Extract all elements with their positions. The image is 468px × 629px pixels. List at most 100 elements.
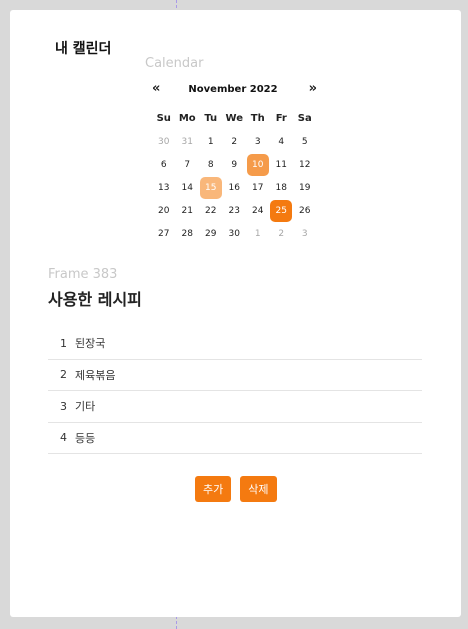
calendar-day-number: 2 [278, 228, 285, 239]
calendar-day-number: 8 [207, 159, 214, 170]
recipe-name: 된장국 [75, 337, 106, 351]
recipe-name: 등등 [75, 431, 96, 445]
calendar-day[interactable]: 4 [270, 130, 294, 153]
action-bar: 추가 삭제 [195, 476, 277, 502]
weekday-header: Su [156, 113, 171, 124]
calendar-day-number: 13 [158, 182, 170, 193]
calendar-day[interactable]: 3 [246, 130, 270, 153]
calendar-day-number: 9 [231, 159, 238, 170]
calendar-day-number: 30 [158, 136, 170, 147]
calendar-day[interactable]: 21 [176, 199, 200, 222]
calendar-day-number: 14 [181, 182, 193, 193]
calendar-day-number: 1 [254, 228, 261, 239]
calendar-day-number: 16 [228, 182, 240, 193]
calendar-day-number: 18 [275, 182, 287, 193]
calendar-day-number: 19 [299, 182, 311, 193]
calendar-day-number: 3 [254, 136, 261, 147]
weekday-header: Sa [297, 113, 312, 124]
calendar-day-highlighted[interactable]: 10 [246, 153, 270, 176]
calendar-day[interactable]: 2 [270, 222, 294, 245]
calendar-day[interactable]: 19 [293, 176, 317, 199]
calendar-day[interactable]: 6 [152, 153, 176, 176]
calendar-day[interactable]: 30 [152, 130, 176, 153]
calendar-day-number: 22 [205, 205, 217, 216]
recipe-number: 4 [60, 431, 67, 445]
calendar-day[interactable]: 1 [246, 222, 270, 245]
recipe-name: 기타 [75, 400, 96, 414]
page-title: 내 캘린더 [55, 41, 112, 57]
calendar-day[interactable]: 20 [152, 199, 176, 222]
calendar-day-number: 28 [181, 228, 193, 239]
calendar-day-number: 11 [275, 159, 287, 170]
calendar-day[interactable]: 30 [223, 222, 247, 245]
calendar-header: « November 2022 » [147, 81, 319, 100]
calendar-day[interactable]: 31 [176, 130, 200, 153]
weekday-header: Th [250, 113, 265, 124]
recipe-number: 2 [60, 368, 67, 382]
calendar-day-number: 17 [252, 182, 264, 193]
calendar-day[interactable]: 28 [176, 222, 200, 245]
recipe-list-item[interactable]: 3 기타 [48, 391, 422, 423]
calendar-day-highlighted[interactable]: 15 [199, 176, 223, 199]
calendar-day-number: 15 [199, 176, 222, 199]
calendar-day[interactable]: 24 [246, 199, 270, 222]
calendar-day[interactable]: 17 [246, 176, 270, 199]
calendar-day-number: 10 [246, 153, 269, 176]
recipe-list-item[interactable]: 2 제육볶음 [48, 360, 422, 391]
recipe-number: 3 [60, 399, 67, 413]
calendar-day[interactable]: 14 [176, 176, 200, 199]
next-month-button[interactable]: » [309, 81, 317, 96]
calendar-day[interactable]: 16 [223, 176, 247, 199]
weekday-header: Fr [275, 113, 287, 124]
weekday-header: Mo [178, 113, 196, 124]
calendar-day[interactable]: 18 [270, 176, 294, 199]
calendar-day-number: 5 [301, 136, 308, 147]
calendar-day[interactable]: 8 [199, 153, 223, 176]
recipe-name: 제육볶음 [75, 368, 116, 382]
calendar-grid: Su Mo Tu We Th Fr Sa 30 31 1 2 3 4 5 6 7 8 9 10 11 12 13 14 15 1… [152, 107, 317, 245]
calendar-day-number: 27 [158, 228, 170, 239]
recipe-list-item[interactable]: 1 된장국 [48, 328, 422, 360]
calendar-day[interactable]: 22 [199, 199, 223, 222]
calendar-day-number: 12 [299, 159, 311, 170]
recipe-list: 1 된장국 2 제육볶음 3 기타 4 등등 [48, 328, 422, 454]
calendar-day[interactable]: 13 [152, 176, 176, 199]
recipe-list-item[interactable]: 4 등등 [48, 423, 422, 454]
calendar-day-number: 21 [181, 205, 193, 216]
calendar-day-number: 23 [228, 205, 240, 216]
calendar-day-number: 25 [270, 199, 293, 222]
calendar-day-number: 20 [158, 205, 170, 216]
calendar-day-number: 1 [207, 136, 214, 147]
calendar-day[interactable]: 27 [152, 222, 176, 245]
recipes-section-title: 사용한 레시피 [48, 290, 142, 309]
calendar-day-number: 4 [278, 136, 285, 147]
month-label: November 2022 [188, 84, 278, 95]
calendar-day-number: 26 [299, 205, 311, 216]
weekday-header: We [225, 113, 243, 124]
calendar-day[interactable]: 7 [176, 153, 200, 176]
calendar-day-number: 24 [252, 205, 264, 216]
add-button[interactable]: 추가 [195, 476, 232, 502]
calendar-day[interactable]: 29 [199, 222, 223, 245]
calendar-day[interactable]: 11 [270, 153, 294, 176]
recipes-frame-label: Frame 383 [48, 267, 118, 282]
calendar-day-highlighted[interactable]: 25 [270, 199, 294, 222]
calendar-day[interactable]: 12 [293, 153, 317, 176]
calendar-frame-label: Calendar [145, 56, 204, 71]
calendar-day[interactable]: 23 [223, 199, 247, 222]
calendar-day[interactable]: 1 [199, 130, 223, 153]
calendar-day-number: 6 [160, 159, 167, 170]
calendar-day-number: 2 [231, 136, 238, 147]
calendar-day[interactable]: 9 [223, 153, 247, 176]
recipe-number: 1 [60, 336, 67, 350]
calendar-day-number: 29 [205, 228, 217, 239]
app-frame: 내 캘린더 Calendar « November 2022 » Su Mo Tu W… [10, 10, 461, 617]
calendar-day-number: 30 [228, 228, 240, 239]
weekday-header: Tu [204, 113, 218, 124]
calendar-day[interactable]: 26 [293, 199, 317, 222]
calendar-day[interactable]: 3 [293, 222, 317, 245]
calendar-day[interactable]: 2 [223, 130, 247, 153]
calendar-day-number: 7 [184, 159, 191, 170]
delete-button[interactable]: 삭제 [240, 476, 277, 502]
calendar-day[interactable]: 5 [293, 130, 317, 153]
